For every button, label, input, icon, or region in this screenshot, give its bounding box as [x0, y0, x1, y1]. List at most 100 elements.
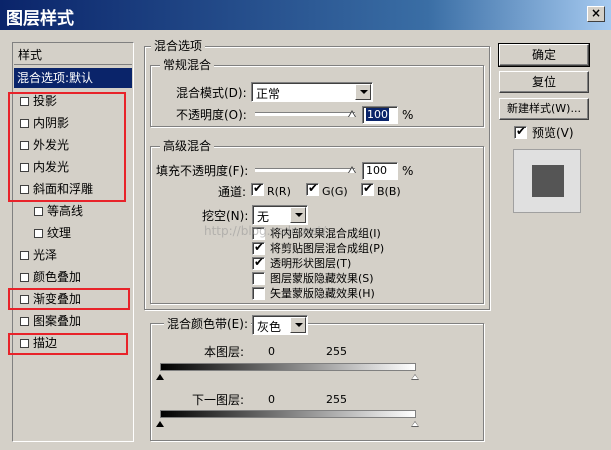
gradient-overlay-checkbox[interactable]: [20, 295, 29, 304]
outer-glow-checkbox[interactable]: [20, 141, 29, 150]
close-icon[interactable]: ×: [591, 6, 601, 20]
this-layer-white-slider[interactable]: [411, 374, 419, 380]
style-item-label: 等高线: [47, 204, 84, 218]
style-item-outer-glow[interactable]: 外发光: [14, 135, 132, 155]
title-bar: 图层样式 ×: [0, 0, 611, 30]
underlying-layer-label: 下一图层:: [192, 393, 245, 407]
blend-mode-value: 正常: [256, 87, 281, 101]
vector-mask-hides-checkbox[interactable]: [252, 287, 265, 300]
general-blending-title: 常规混合: [160, 58, 215, 72]
opacity-label: 不透明度(O):: [176, 108, 247, 122]
this-layer-gradient: [160, 363, 416, 371]
style-item-drop-shadow[interactable]: 投影: [14, 91, 132, 111]
layer-mask-hides-label: 图层蒙版隐藏效果(S): [270, 272, 374, 285]
fill-opacity-unit: %: [402, 164, 414, 178]
drop-shadow-checkbox[interactable]: [20, 97, 29, 106]
fill-opacity-slider-track[interactable]: [255, 168, 355, 172]
window-title: 图层样式: [6, 9, 74, 29]
preview-label: 预览(V): [532, 126, 574, 140]
style-item-label: 渐变叠加: [33, 292, 82, 306]
knockout-value: 无: [257, 210, 270, 224]
this-layer-min: 0: [268, 345, 275, 358]
channel-g-checkbox[interactable]: [306, 181, 319, 196]
ok-button[interactable]: 确定: [498, 43, 590, 67]
style-item-texture[interactable]: 纹理: [14, 223, 132, 243]
style-list: 样式 混合选项:默认 投影 内阴影 外发光 内发光 斜面和浮雕 等高线 纹理 光…: [12, 42, 134, 442]
opacity-unit: %: [402, 108, 414, 122]
channel-b-label: B(B): [377, 185, 401, 198]
style-item-inner-glow[interactable]: 内发光: [14, 157, 132, 177]
channel-r-checkbox[interactable]: [251, 181, 264, 196]
style-item-label: 内阴影: [33, 116, 70, 130]
this-layer-max: 255: [326, 345, 347, 358]
fill-opacity-input[interactable]: 100: [362, 162, 398, 180]
reset-button[interactable]: 复位: [499, 71, 589, 93]
style-item-label: 投影: [33, 94, 58, 108]
underlying-layer-white-slider[interactable]: [411, 421, 419, 427]
style-item-label: 图案叠加: [33, 314, 82, 328]
knockout-label: 挖空(N):: [202, 209, 249, 223]
knockout-select[interactable]: 无: [252, 205, 308, 225]
underlying-layer-black-slider[interactable]: [156, 421, 164, 427]
preview-checkbox[interactable]: [514, 124, 527, 139]
bevel-emboss-checkbox[interactable]: [20, 185, 29, 194]
stroke-checkbox[interactable]: [20, 339, 29, 348]
chevron-down-icon[interactable]: [290, 317, 306, 333]
blend-if-value: 灰色: [257, 320, 282, 334]
style-item-bevel-emboss[interactable]: 斜面和浮雕: [14, 179, 132, 199]
satin-checkbox[interactable]: [20, 251, 29, 260]
blend-if-select[interactable]: 灰色: [252, 315, 308, 335]
contour-checkbox[interactable]: [34, 207, 43, 216]
style-item-label: 外发光: [33, 138, 70, 152]
style-item-color-overlay[interactable]: 颜色叠加: [14, 267, 132, 287]
channel-g-label: G(G): [322, 185, 348, 198]
chevron-down-icon[interactable]: [355, 84, 371, 100]
opacity-input[interactable]: 100: [362, 106, 398, 124]
inner-glow-checkbox[interactable]: [20, 163, 29, 172]
pattern-overlay-checkbox[interactable]: [20, 317, 29, 326]
watermark-text: http://blog.csdn.net/: [204, 224, 327, 238]
opacity-value: 100: [366, 108, 389, 121]
transparency-shapes-label: 透明形状图层(T): [270, 257, 352, 270]
opacity-slider-thumb[interactable]: [348, 110, 356, 117]
opacity-slider-track[interactable]: [255, 112, 355, 116]
color-overlay-checkbox[interactable]: [20, 273, 29, 282]
blend-if-group: [150, 323, 484, 441]
texture-checkbox[interactable]: [34, 229, 43, 238]
style-item-contour[interactable]: 等高线: [14, 201, 132, 221]
underlying-layer-max: 255: [326, 393, 347, 406]
style-item-stroke[interactable]: 描边: [14, 333, 132, 353]
channels-label: 通道:: [218, 185, 247, 199]
style-item-label: 混合选项:默认: [17, 71, 94, 85]
fill-opacity-value: 100: [366, 164, 387, 177]
channel-r-label: R(R): [267, 185, 291, 198]
this-layer-label: 本图层:: [204, 345, 245, 359]
style-item-label: 颜色叠加: [33, 270, 82, 284]
blend-clipped-checkbox[interactable]: [252, 240, 265, 255]
style-item-label: 纹理: [47, 226, 72, 240]
style-item-inner-shadow[interactable]: 内阴影: [14, 113, 132, 133]
style-item-gradient-overlay[interactable]: 渐变叠加: [14, 289, 132, 309]
style-preview-thumbnail: [513, 149, 581, 213]
fill-opacity-label: 填充不透明度(F):: [156, 164, 249, 178]
fill-opacity-slider-thumb[interactable]: [348, 166, 356, 173]
preview-swatch: [532, 165, 564, 197]
style-item-blending-options[interactable]: 混合选项:默认: [14, 68, 132, 88]
style-item-label: 描边: [33, 336, 58, 350]
style-item-satin[interactable]: 光泽: [14, 245, 132, 265]
chevron-down-icon[interactable]: [290, 207, 306, 223]
this-layer-black-slider[interactable]: [156, 374, 164, 380]
style-list-header: 样式: [14, 45, 132, 65]
close-button[interactable]: ×: [587, 6, 605, 22]
layer-mask-hides-checkbox[interactable]: [252, 272, 265, 285]
channel-b-checkbox[interactable]: [361, 181, 374, 196]
underlying-layer-min: 0: [268, 393, 275, 406]
inner-shadow-checkbox[interactable]: [20, 119, 29, 128]
style-item-label: 内发光: [33, 160, 70, 174]
blending-options-title: 混合选项: [151, 39, 206, 53]
transparency-shapes-checkbox[interactable]: [252, 255, 265, 270]
blend-mode-select[interactable]: 正常: [251, 82, 373, 102]
new-style-button[interactable]: 新建样式(W)...: [499, 98, 589, 120]
style-item-label: 斜面和浮雕: [33, 182, 94, 196]
style-item-pattern-overlay[interactable]: 图案叠加: [14, 311, 132, 331]
